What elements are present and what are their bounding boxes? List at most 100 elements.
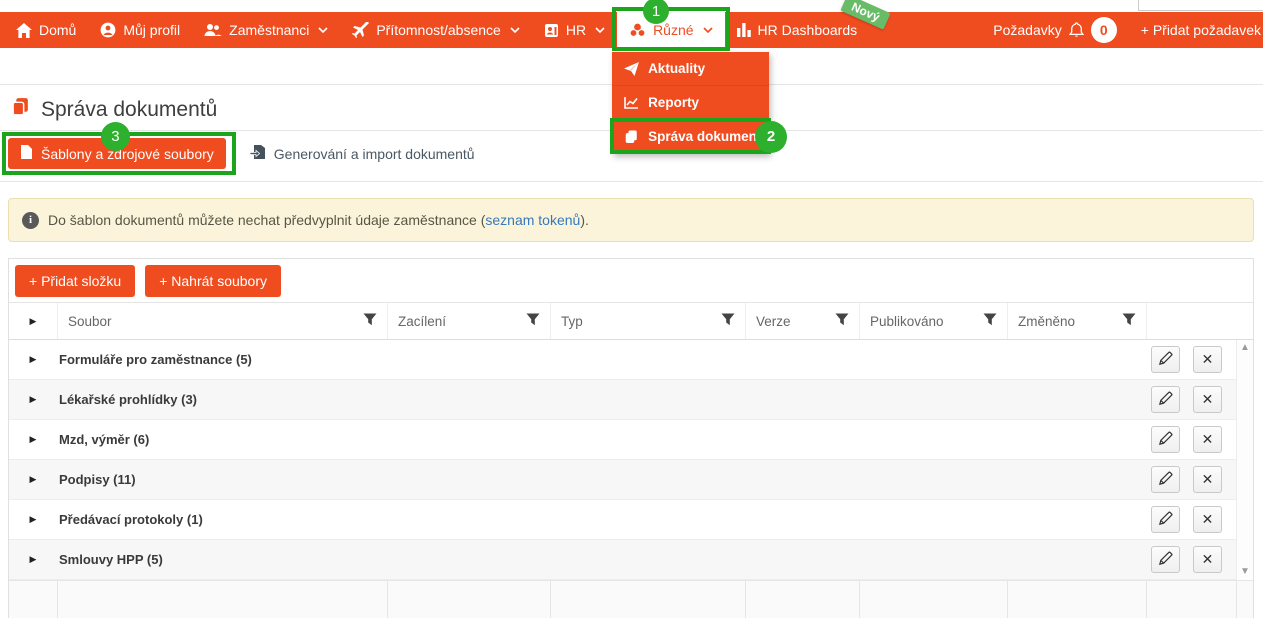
row-expander[interactable]: ▶ — [9, 354, 57, 365]
filter-icon[interactable] — [526, 313, 540, 329]
copy-docs-icon — [10, 96, 31, 123]
column-header-soubor[interactable]: Soubor — [57, 303, 387, 339]
nav-item-hr[interactable]: HR — [532, 12, 617, 48]
edit-button[interactable] — [1151, 426, 1180, 453]
add-folder-button[interactable]: + Přidat složku — [15, 264, 136, 297]
requests-button[interactable]: Požadavky 0 — [981, 12, 1128, 48]
row-expander[interactable]: ▶ — [9, 394, 57, 405]
close-icon: ✕ — [1201, 431, 1214, 447]
plane-icon — [352, 22, 370, 38]
chevron-down-icon — [318, 27, 328, 33]
nav-label: Můj profil — [123, 22, 181, 38]
filter-icon[interactable] — [1122, 313, 1136, 329]
requests-count-badge: 0 — [1090, 17, 1117, 43]
grid-toolbar: + Přidat složku + Nahrát soubory — [9, 259, 1253, 303]
nav-label: Domů — [39, 22, 77, 38]
folder-name: Předávací protokoly (1) — [59, 512, 203, 527]
users-icon — [204, 23, 222, 37]
folder-name: Formuláře pro zaměstnance (5) — [59, 352, 252, 367]
delete-button[interactable]: ✕ — [1193, 346, 1222, 373]
row-actions: ✕ — [1151, 386, 1236, 413]
column-header-verze[interactable]: Verze — [745, 303, 859, 339]
column-header-publikovano[interactable]: Publikováno — [859, 303, 1007, 339]
edit-button[interactable] — [1151, 466, 1180, 493]
footer-cell — [550, 581, 745, 618]
app-window: Domů Můj profil Zaměstnanci Přítomnost/a… — [0, 0, 1263, 629]
nav-item-hr-dashboards[interactable]: HR Dashboards — [725, 12, 870, 48]
edit-button[interactable] — [1151, 346, 1180, 373]
tab-strip: Šablony a zdrojové soubory 3 Generování … — [2, 122, 475, 175]
close-icon: ✕ — [1201, 391, 1214, 407]
scroll-down-icon[interactable]: ▼ — [1240, 567, 1250, 577]
pencil-icon — [1158, 471, 1173, 489]
footer-cell — [9, 581, 57, 618]
folder-name: Smlouvy HPP (5) — [59, 552, 163, 567]
pencil-icon — [1158, 551, 1173, 569]
delete-button[interactable]: ✕ — [1193, 546, 1222, 573]
filter-icon[interactable] — [835, 313, 849, 329]
grid-footer — [9, 580, 1253, 618]
upload-files-button[interactable]: + Nahrát soubory — [145, 264, 282, 297]
column-header-zmeneno[interactable]: Změněno — [1007, 303, 1146, 339]
row-expander[interactable]: ▶ — [9, 474, 57, 485]
nav-item-attendance[interactable]: Přítomnost/absence — [340, 12, 532, 48]
delete-button[interactable]: ✕ — [1193, 466, 1222, 493]
edit-button[interactable] — [1151, 386, 1180, 413]
chevron-down-icon — [595, 27, 605, 33]
nav-item-home[interactable]: Domů — [4, 12, 88, 48]
nav-label: HR — [565, 22, 587, 38]
triangle-right-icon: ▶ — [29, 434, 37, 444]
close-icon: ✕ — [1201, 471, 1214, 487]
import-document-icon — [249, 144, 266, 163]
delete-button[interactable]: ✕ — [1193, 386, 1222, 413]
column-header-typ[interactable]: Typ — [550, 303, 745, 339]
table-row: ▶ Podpisy (11) ✕ — [9, 460, 1253, 500]
folder-name: Podpisy (11) — [59, 472, 136, 487]
footer-cell — [57, 581, 387, 618]
expand-all-header[interactable]: ▶ — [9, 303, 57, 339]
cluster-icon — [629, 22, 646, 38]
footer-cell — [387, 581, 550, 618]
tab-generate-import[interactable]: Generování a import dokumentů — [249, 144, 475, 163]
tab-templates-and-sources[interactable]: Šablony a zdrojové soubory 3 — [2, 122, 236, 175]
filter-icon[interactable] — [363, 313, 377, 329]
column-header-actions — [1146, 303, 1236, 339]
table-row: ▶ Mzd, výměr (6) ✕ — [9, 420, 1253, 460]
row-actions: ✕ — [1151, 546, 1236, 573]
filter-icon[interactable] — [983, 313, 997, 329]
row-actions: ✕ — [1151, 466, 1236, 493]
delete-button[interactable]: ✕ — [1193, 506, 1222, 533]
row-expander[interactable]: ▶ — [9, 514, 57, 525]
triangle-right-icon: ▶ — [29, 514, 37, 524]
row-expander[interactable]: ▶ — [9, 554, 57, 565]
pencil-icon — [1158, 511, 1173, 529]
nav-item-employees[interactable]: Zaměstnanci — [192, 12, 340, 48]
menu-item-news[interactable]: Aktuality — [612, 52, 770, 86]
menu-item-reports[interactable]: Reporty — [612, 86, 770, 120]
footer-cell — [1146, 581, 1236, 618]
row-expander[interactable]: ▶ — [9, 434, 57, 445]
scrollbar-spacer — [1236, 303, 1253, 339]
table-row: ▶ Předávací protokoly (1) ✕ — [9, 500, 1253, 540]
line-chart-icon — [624, 96, 639, 109]
menu-item-document-management[interactable]: Správa dokumentů 2 — [610, 118, 788, 154]
column-header-zacileni[interactable]: Zacílení — [387, 303, 550, 339]
row-actions: ✕ — [1151, 506, 1236, 533]
filter-icon[interactable] — [721, 313, 735, 329]
dashboards-icon — [736, 23, 751, 37]
add-request-button[interactable]: + Přidat požadavek — [1129, 12, 1263, 48]
nav-item-my-profile[interactable]: Můj profil — [88, 12, 192, 48]
folder-name: Mzd, výměr (6) — [59, 432, 150, 447]
nav-item-misc[interactable]: Různé 1 Aktuality Reporty Správa dokumen… — [610, 0, 788, 154]
table-row: ▶ Lékařské prohlídky (3) ✕ — [9, 380, 1253, 420]
table-row: ▶ Smlouvy HPP (5) ✕ — [9, 540, 1253, 580]
edit-button[interactable] — [1151, 546, 1180, 573]
scroll-up-icon[interactable]: ▲ — [1240, 343, 1250, 353]
edit-button[interactable] — [1151, 506, 1180, 533]
tokens-link[interactable]: seznam tokenů — [485, 212, 580, 228]
banner-text: Do šablon dokumentů můžete nechat předvy… — [48, 212, 589, 228]
bell-icon — [1068, 22, 1084, 38]
info-banner: i Do šablon dokumentů můžete nechat před… — [8, 198, 1254, 242]
delete-button[interactable]: ✕ — [1193, 426, 1222, 453]
vertical-scrollbar[interactable]: ▲ ▼ — [1236, 340, 1253, 580]
